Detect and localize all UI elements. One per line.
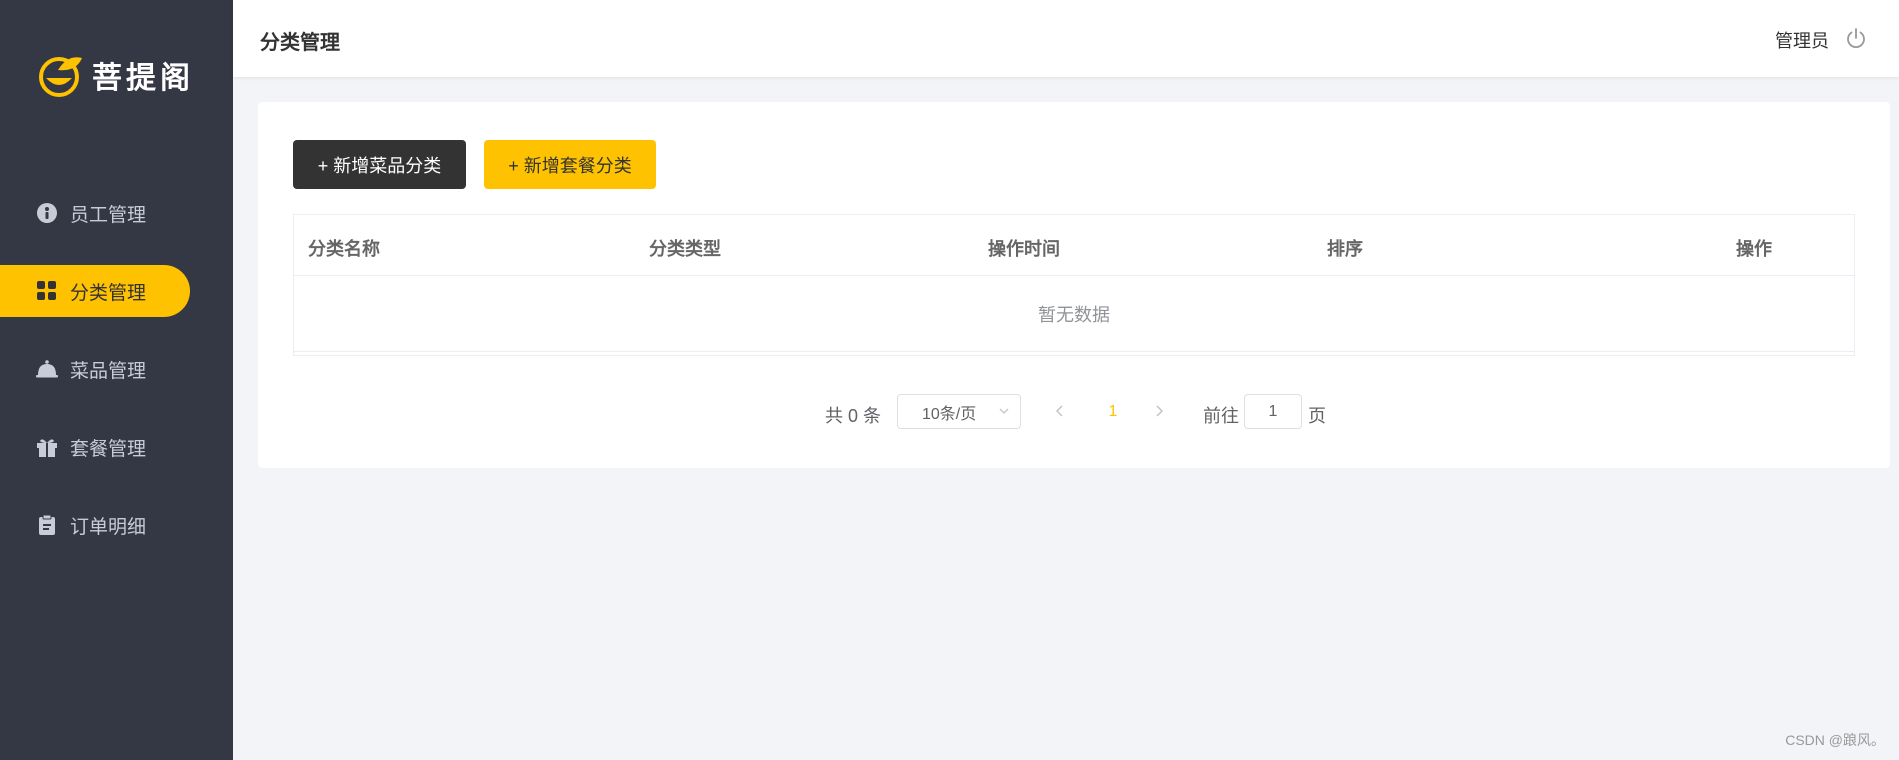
column-header-time[interactable]: 操作时间 <box>988 235 1060 261</box>
current-page[interactable]: 1 <box>1098 403 1128 421</box>
page-size-value: 10条/页 <box>922 405 977 423</box>
goto-label: 前往 <box>1203 406 1239 426</box>
add-dish-category-button[interactable]: + 新增菜品分类 <box>293 140 466 189</box>
user-name[interactable]: 管理员 <box>1775 27 1829 53</box>
table-empty-text: 暂无数据 <box>294 276 1854 352</box>
goto-page-input[interactable] <box>1244 394 1302 429</box>
brand-logo[interactable]: 菩提阁 <box>38 52 194 98</box>
prev-page-icon[interactable] <box>1052 403 1068 419</box>
category-grid-icon <box>36 280 58 302</box>
table-header: 分类名称 分类类型 操作时间 排序 操作 <box>294 215 1854 276</box>
column-header-name[interactable]: 分类名称 <box>308 235 380 261</box>
sidebar-item-employee[interactable]: 员工管理 <box>0 187 233 239</box>
column-header-sort[interactable]: 排序 <box>1327 235 1363 261</box>
power-icon[interactable] <box>1845 27 1867 49</box>
sidebar-item-dish[interactable]: 菜品管理 <box>0 343 233 395</box>
sidebar-item-label: 员工管理 <box>70 204 147 226</box>
category-table: 分类名称 分类类型 操作时间 排序 操作 暂无数据 <box>293 214 1855 356</box>
goto-suffix: 页 <box>1308 406 1326 426</box>
sidebar-item-label: 套餐管理 <box>70 438 147 460</box>
brand-name: 菩提阁 <box>92 61 194 96</box>
sidebar-item-label: 分类管理 <box>70 282 147 304</box>
column-header-actions: 操作 <box>1736 239 1772 259</box>
sidebar-item-label: 菜品管理 <box>70 360 147 382</box>
sidebar-item-label: 订单明细 <box>70 516 147 538</box>
content-card: + 新增菜品分类 + 新增套餐分类 分类名称 分类类型 操作时间 排序 操作 暂… <box>258 102 1890 468</box>
top-header: 分类管理 管理员 <box>233 0 1899 77</box>
pagination-total: 共 0 条 <box>825 406 882 426</box>
pagination: 共 0 条 10条/页 1 前往 页 <box>258 394 1890 430</box>
sidebar-item-category[interactable]: 分类管理 <box>0 265 190 317</box>
add-setmeal-category-button[interactable]: + 新增套餐分类 <box>484 140 656 189</box>
page-title: 分类管理 <box>260 32 340 54</box>
brand-logo-icon <box>39 57 82 97</box>
employee-icon <box>36 202 58 224</box>
chevron-down-icon <box>999 408 1009 414</box>
gift-icon <box>36 436 58 458</box>
column-header-type[interactable]: 分类类型 <box>649 235 721 261</box>
watermark: CSDN @踉风。 <box>1785 732 1885 748</box>
sidebar-item-setmeal[interactable]: 套餐管理 <box>0 421 233 473</box>
sidebar-item-orders[interactable]: 订单明细 <box>0 499 233 551</box>
page-size-select[interactable]: 10条/页 <box>897 394 1021 429</box>
sidebar: 菩提阁 员工管理 分类管理 菜品管理 套餐管理 订单明细 <box>0 0 233 760</box>
clipboard-icon <box>36 514 58 536</box>
sidebar-menu: 员工管理 分类管理 菜品管理 套餐管理 订单明细 <box>0 187 233 577</box>
next-page-icon[interactable] <box>1151 403 1167 419</box>
dish-cloche-icon <box>36 358 58 380</box>
